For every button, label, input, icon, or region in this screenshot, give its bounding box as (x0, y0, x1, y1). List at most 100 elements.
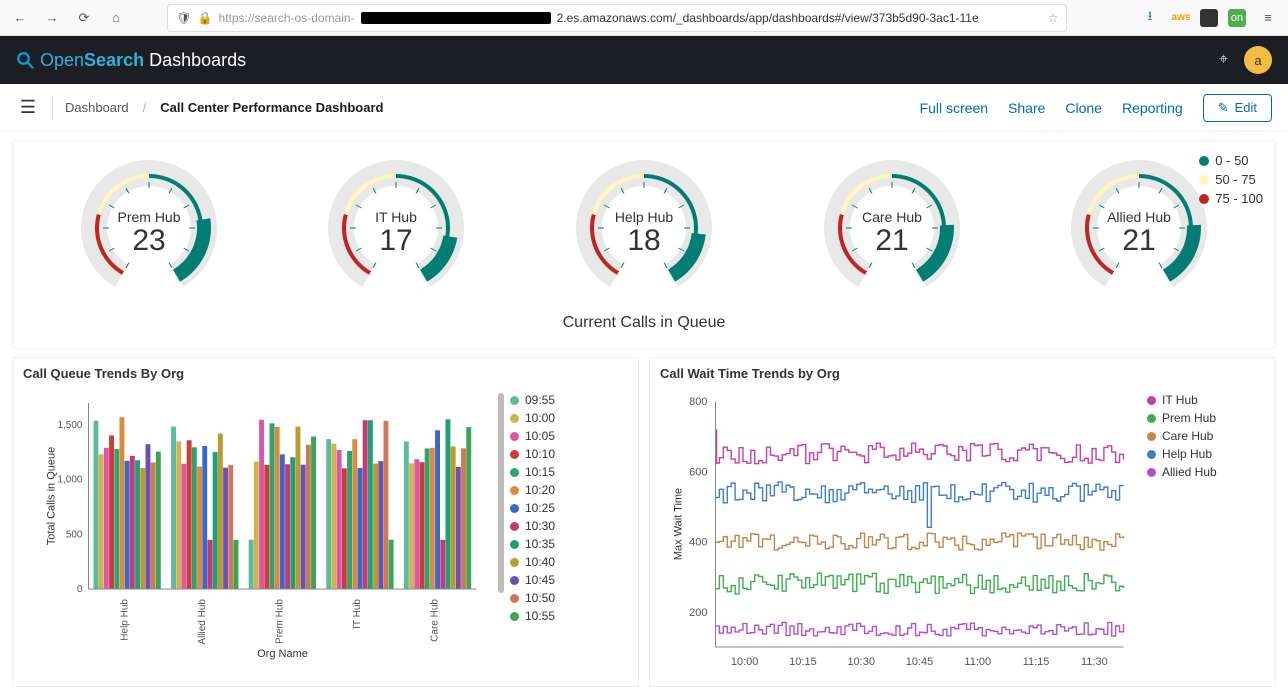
line-legend-item[interactable]: Care Hub (1147, 429, 1267, 443)
extension-green-icon[interactable]: on (1228, 9, 1246, 27)
gauge-legend-item[interactable]: 75 - 100 (1199, 191, 1263, 206)
legend-label: 10:20 (525, 483, 555, 497)
svg-text:11:15: 11:15 (1023, 656, 1050, 668)
svg-text:11:30: 11:30 (1081, 656, 1108, 668)
edit-button-label: Edit (1235, 100, 1257, 115)
gauge-legend-item[interactable]: 50 - 75 (1199, 172, 1263, 187)
svg-text:600: 600 (689, 466, 707, 478)
fullscreen-button[interactable]: Full screen (920, 100, 988, 116)
download-icon[interactable]: ⭳ (1138, 6, 1162, 30)
reporting-button[interactable]: Reporting (1122, 100, 1183, 116)
legend-label: 10:35 (525, 537, 555, 551)
bar-legend-item[interactable]: 09:55 (510, 393, 630, 407)
bar-legend-item[interactable]: 10:05 (510, 429, 630, 443)
bar-legend-item[interactable]: 10:40 (510, 555, 630, 569)
lock-icon: 🔒 (198, 11, 213, 25)
bar-legend-item[interactable]: 10:25 (510, 501, 630, 515)
svg-text:IT Hub: IT Hub (352, 599, 363, 629)
svg-text:Total Calls in Queue: Total Calls in Queue (46, 447, 58, 545)
svg-text:18: 18 (627, 224, 660, 257)
bar-legend-item[interactable]: 10:55 (510, 609, 630, 623)
legend-label: 10:50 (525, 591, 555, 605)
gauge-it-hub[interactable]: IT Hub17 (321, 153, 471, 306)
reload-button[interactable]: ⟳ (72, 6, 96, 30)
home-button[interactable]: ⌂ (104, 6, 128, 30)
line-legend-item[interactable]: Prem Hub (1147, 411, 1267, 425)
legend-label: 10:30 (525, 519, 555, 533)
line-legend-item[interactable]: Help Hub (1147, 447, 1267, 461)
forward-button[interactable]: → (40, 6, 64, 30)
gauge-care-hub[interactable]: Care Hub21 (817, 153, 967, 306)
legend-dot-icon (1147, 468, 1156, 477)
legend-dot-icon (510, 576, 519, 585)
opensearch-logo-icon (16, 51, 34, 69)
svg-text:400: 400 (689, 537, 707, 549)
line-chart-plot[interactable]: 200400600800Max Wait Time10:0010:1510:30… (658, 393, 1141, 676)
svg-text:10:00: 10:00 (731, 656, 759, 668)
bar-legend-item[interactable]: 10:15 (510, 465, 630, 479)
legend-dot-icon (1199, 156, 1209, 166)
edit-button[interactable]: ✎ Edit (1203, 94, 1272, 122)
bar-legend-item[interactable]: 10:00 (510, 411, 630, 425)
legend-label: 10:00 (525, 411, 555, 425)
legend-label: Help Hub (1162, 447, 1212, 461)
extension-aws-icon[interactable]: aws (1172, 9, 1190, 27)
bar-legend-item[interactable]: 10:35 (510, 537, 630, 551)
legend-label: 10:25 (525, 501, 555, 515)
legend-label: 75 - 100 (1215, 191, 1263, 206)
bookmark-star-icon[interactable]: ☆ (1048, 11, 1059, 25)
brand-text-open: Open (40, 50, 84, 70)
svg-text:200: 200 (689, 607, 707, 619)
bar-chart-scrollbar[interactable] (498, 393, 504, 593)
legend-dot-icon (510, 432, 519, 441)
bar-legend-item[interactable]: 10:30 (510, 519, 630, 533)
bar-legend-item[interactable]: 10:20 (510, 483, 630, 497)
gauges-panel: 0 - 50 50 - 75 75 - 100 Prem Hub23 IT Hub17… (12, 140, 1276, 349)
bar-legend-item[interactable]: 10:10 (510, 447, 630, 461)
bar-chart-plot[interactable]: 05001,0001,500Total Calls in QueueHelp H… (21, 393, 504, 666)
legend-dot-icon (510, 486, 519, 495)
bar-chart-panel: Call Queue Trends By Org 05001,0001,500T… (12, 357, 639, 687)
share-button[interactable]: Share (1008, 100, 1045, 116)
bar-chart-title: Call Queue Trends By Org (13, 358, 638, 389)
svg-text:10:30: 10:30 (847, 656, 875, 668)
gauge-legend: 0 - 50 50 - 75 75 - 100 (1199, 153, 1263, 210)
svg-text:Help Hub: Help Hub (119, 599, 130, 641)
extension-dark-icon[interactable] (1200, 9, 1218, 27)
compass-icon[interactable]: ⌖ (1219, 51, 1228, 69)
legend-label: 09:55 (525, 393, 555, 407)
clone-button[interactable]: Clone (1065, 100, 1102, 116)
gauge-prem-hub[interactable]: Prem Hub23 (74, 153, 224, 306)
brand-logo[interactable]: OpenSearch Dashboards (16, 50, 246, 71)
breadcrumb-bar: ☰ Dashboard / Call Center Performance Da… (0, 84, 1288, 132)
bar-legend-item[interactable]: 10:50 (510, 591, 630, 605)
svg-text:500: 500 (66, 529, 83, 540)
legend-dot-icon (510, 594, 519, 603)
line-chart-title: Call Wait Time Trends by Org (650, 358, 1275, 389)
url-bar[interactable]: 🛡︎ 🔒 https://search-os-domain- 2.es.amaz… (167, 4, 1067, 32)
legend-label: 10:45 (525, 573, 555, 587)
url-suffix: 2.es.amazonaws.com/_dashboards/app/dashb… (557, 11, 979, 25)
breadcrumb-root[interactable]: Dashboard (65, 100, 129, 115)
browser-menu-icon[interactable]: ≡ (1256, 6, 1280, 30)
svg-text:Prem Hub: Prem Hub (117, 209, 180, 225)
gauge-help-hub[interactable]: Help Hub18 (569, 153, 719, 306)
bar-legend-item[interactable]: 10:45 (510, 573, 630, 587)
gauge-allied-hub[interactable]: Allied Hub21 (1064, 153, 1214, 306)
breadcrumb-separator: / (141, 100, 149, 115)
legend-dot-icon (510, 522, 519, 531)
svg-text:1,000: 1,000 (57, 475, 82, 486)
legend-dot-icon (1147, 396, 1156, 405)
dashboard-body: 0 - 50 50 - 75 75 - 100 Prem Hub23 IT Hub17… (0, 132, 1288, 695)
gauge-legend-item[interactable]: 0 - 50 (1199, 153, 1263, 168)
gauges-caption: Current Calls in Queue (25, 314, 1263, 332)
nav-toggle-button[interactable]: ☰ (16, 97, 40, 118)
line-legend-item[interactable]: IT Hub (1147, 393, 1267, 407)
line-legend-item[interactable]: Allied Hub (1147, 465, 1267, 479)
back-button[interactable]: ← (8, 6, 32, 30)
legend-label: IT Hub (1162, 393, 1198, 407)
svg-text:Care Hub: Care Hub (862, 209, 922, 225)
legend-dot-icon (1147, 450, 1156, 459)
user-avatar[interactable]: a (1244, 46, 1272, 74)
pencil-icon: ✎ (1218, 100, 1229, 116)
